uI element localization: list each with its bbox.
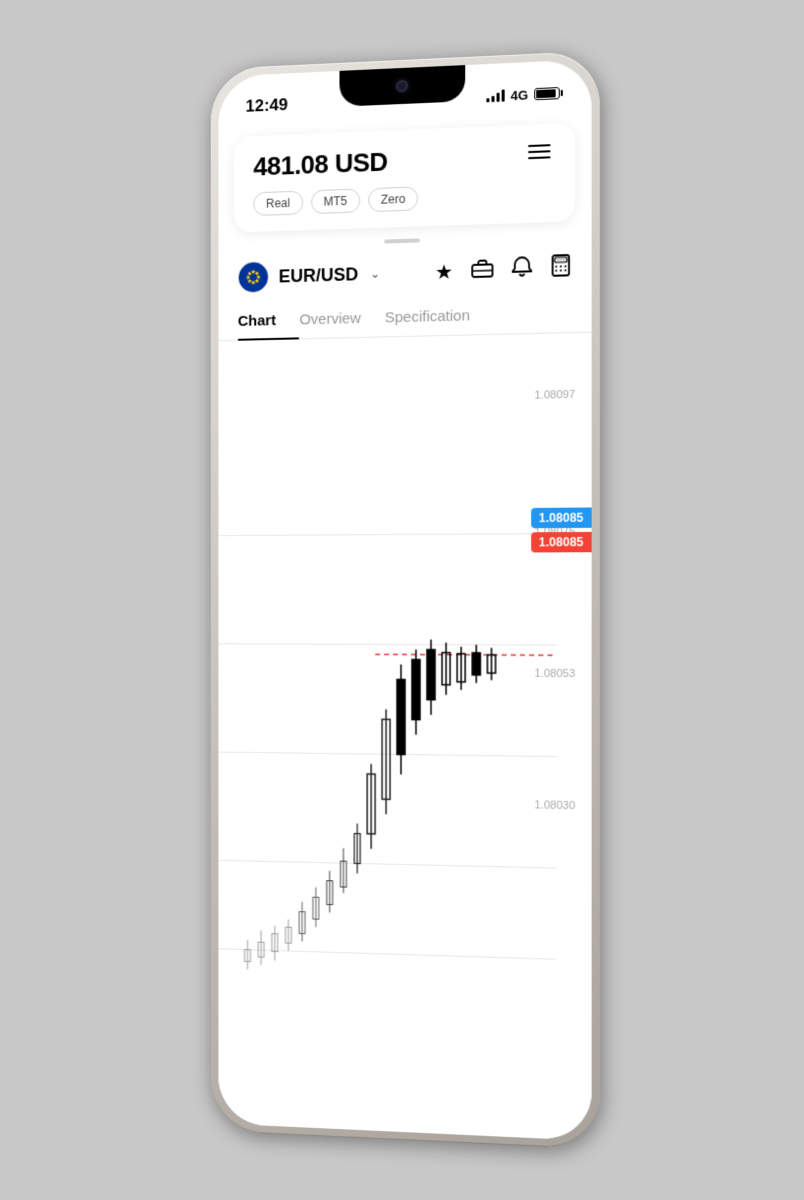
instrument-row: EUR/USD ⌄ ★ (218, 237, 591, 304)
phone-inner: 12:49 4G (218, 59, 591, 1141)
screen: 12:49 4G (218, 59, 591, 1141)
chart-area[interactable]: 1.08097 1.08075 1.08053 1.08030 1.08085 … (218, 333, 591, 1141)
tab-chart[interactable]: Chart (238, 302, 300, 340)
side-volume-button[interactable] (600, 396, 604, 467)
notch (339, 65, 465, 107)
status-time: 12:49 (246, 95, 288, 117)
tab-specification[interactable]: Specification (385, 297, 495, 337)
battery-icon (534, 87, 563, 100)
signal-bar-1 (486, 98, 489, 102)
notification-bell-icon[interactable] (512, 255, 532, 284)
status-icons: 4G (486, 85, 563, 104)
battery-body (534, 87, 560, 100)
account-header-row: 481.08 USD (253, 140, 554, 183)
bid-price-badge: 1.08085 (531, 532, 592, 553)
battery-tip (561, 90, 563, 96)
tag-real[interactable]: Real (253, 191, 302, 216)
account-card: 481.08 USD Real MT5 Zero (234, 123, 575, 233)
account-balance: 481.08 USD (253, 147, 387, 183)
favorite-star-icon[interactable]: ★ (435, 259, 453, 285)
network-label: 4G (510, 87, 528, 103)
eu-flag-stars-svg (243, 266, 264, 288)
flag-eu-background (239, 262, 268, 292)
camera-dot (396, 80, 408, 93)
status-bar: 12:49 4G (218, 59, 591, 126)
instrument-left: EUR/USD ⌄ (238, 258, 380, 294)
hamburger-menu-button[interactable] (524, 140, 555, 163)
tag-mt5[interactable]: MT5 (311, 189, 360, 215)
tab-overview[interactable]: Overview (299, 299, 384, 338)
candlestick-chart-svg (218, 333, 591, 1141)
instrument-chevron-icon[interactable]: ⌄ (370, 267, 380, 281)
ask-price-badge: 1.08085 (531, 507, 592, 528)
tag-zero[interactable]: Zero (368, 186, 418, 212)
calculator-icon[interactable] (551, 254, 572, 283)
instrument-actions: ★ (435, 254, 571, 286)
hamburger-line-3 (528, 156, 550, 159)
hamburger-line-1 (528, 144, 550, 147)
phone-frame: 12:49 4G (211, 51, 600, 1150)
signal-bar-4 (501, 89, 504, 101)
signal-bars-icon (486, 89, 504, 102)
signal-bar-3 (496, 93, 499, 102)
portfolio-icon[interactable] (471, 257, 493, 284)
hamburger-line-2 (528, 150, 550, 153)
battery-fill (536, 89, 555, 98)
eu-flag-icon (238, 261, 269, 293)
signal-bar-2 (491, 96, 494, 102)
instrument-name[interactable]: EUR/USD (279, 264, 359, 287)
account-tags: Real MT5 Zero (253, 181, 554, 216)
